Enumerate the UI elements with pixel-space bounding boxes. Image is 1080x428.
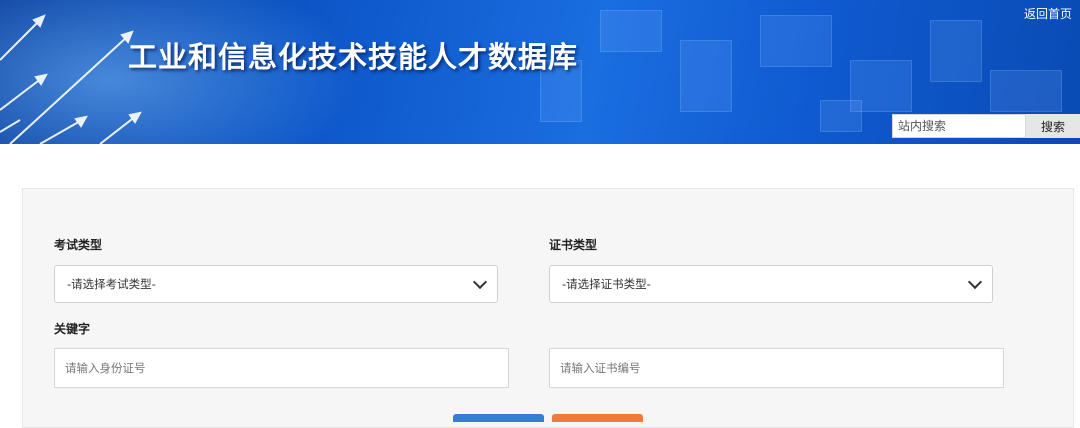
cert-number-placeholder: 请输入证书编号 bbox=[560, 361, 641, 375]
home-link[interactable]: 返回首页 bbox=[1024, 5, 1072, 22]
id-number-placeholder: 请输入身份证号 bbox=[65, 361, 146, 375]
id-number-input[interactable]: 请输入身份证号 bbox=[54, 348, 509, 388]
search-input[interactable] bbox=[892, 114, 1026, 138]
search-button[interactable]: 搜索 bbox=[1026, 114, 1080, 138]
query-form bbox=[22, 188, 1074, 428]
cert-type-value: -请选择证书类型- bbox=[562, 277, 651, 291]
query-button[interactable] bbox=[453, 414, 544, 422]
banner-decor bbox=[990, 70, 1062, 112]
cert-type-label: 证书类型 bbox=[549, 238, 598, 252]
banner-decor bbox=[600, 10, 662, 52]
banner-decor bbox=[930, 20, 982, 82]
exam-type-label: 考试类型 bbox=[54, 238, 103, 252]
banner-decor bbox=[760, 15, 832, 67]
exam-type-value: -请选择考试类型- bbox=[67, 277, 156, 291]
keyword-label: 关键字 bbox=[54, 322, 91, 336]
reset-button[interactable] bbox=[552, 414, 643, 422]
chevron-down-icon bbox=[967, 274, 983, 290]
chevron-down-icon bbox=[472, 274, 488, 290]
site-banner: 工业和信息化技术技能人才数据库 返回首页 搜索 bbox=[0, 0, 1080, 144]
banner-decor bbox=[680, 40, 732, 112]
site-title: 工业和信息化技术技能人才数据库 bbox=[128, 40, 579, 74]
cert-number-input[interactable]: 请输入证书编号 bbox=[549, 348, 1004, 388]
exam-type-select[interactable]: -请选择考试类型- bbox=[54, 265, 498, 303]
cert-type-select[interactable]: -请选择证书类型- bbox=[549, 265, 993, 303]
site-search: 搜索 bbox=[892, 114, 1080, 138]
banner-decor bbox=[820, 100, 862, 132]
